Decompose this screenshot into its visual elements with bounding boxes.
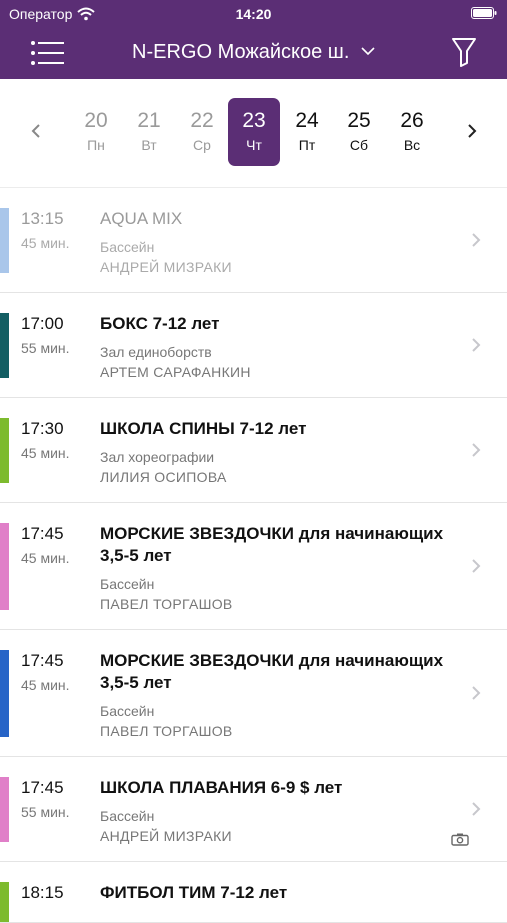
class-room: Зал единоборств — [100, 344, 212, 360]
day-number: 22 — [190, 109, 214, 132]
prev-week-icon[interactable] — [27, 119, 47, 143]
class-duration: 45 мин. — [21, 235, 70, 251]
class-time: 17:00 — [21, 314, 64, 333]
day-weekday: Пн — [87, 137, 105, 153]
class-duration: 45 мин. — [21, 677, 70, 693]
class-color-bar — [0, 208, 9, 273]
day-number: 24 — [295, 109, 319, 132]
class-time: 17:45 — [21, 524, 64, 543]
class-time: 17:45 — [21, 651, 64, 670]
class-time: 17:30 — [21, 419, 64, 438]
day-number: 23 — [242, 109, 266, 132]
class-row[interactable]: 17:00 55 мин. БОКС 7-12 лет Зал единоборств… — [0, 293, 507, 398]
day-number: 26 — [400, 109, 424, 132]
nav-bar: N-ERGO Можайское ш. — [0, 28, 507, 79]
day-weekday: Пт — [298, 137, 316, 153]
day-number: 20 — [84, 109, 108, 132]
day-weekday: Сб — [349, 137, 369, 153]
class-name: МОРСКИЕ ЗВЕЗДОЧКИ для начинающих 3,5-5 л… — [100, 651, 444, 692]
class-time: 17:45 — [21, 778, 64, 797]
class-room: Бассейн — [100, 239, 155, 255]
day-weekday: Вт — [141, 137, 157, 153]
day-weekday: Ср — [193, 137, 211, 153]
day-24[interactable]: 24 Пт — [281, 98, 333, 166]
class-duration: 55 мин. — [21, 340, 70, 356]
class-color-bar — [0, 418, 9, 483]
class-color-bar — [0, 313, 9, 378]
club-selector[interactable]: N-ERGO Можайское ш. — [0, 41, 507, 64]
class-color-bar — [0, 523, 9, 610]
class-row[interactable]: 17:45 45 мин. МОРСКИЕ ЗВЕЗДОЧКИ для начина… — [0, 630, 507, 757]
club-title: N-ERGO Можайское ш. — [132, 41, 350, 63]
class-color-bar — [0, 650, 9, 737]
class-row[interactable]: 17:30 45 мин. ШКОЛА СПИНЫ 7-12 лет Зал хоре… — [0, 398, 507, 503]
class-row[interactable]: 13:15 45 мин. AQUA MIX Бассейн АНДРЕЙ МИЗРАК… — [0, 188, 507, 293]
next-week-icon[interactable] — [463, 119, 483, 143]
day-weekday: Чт — [246, 137, 262, 153]
chevron-right-icon — [472, 443, 481, 457]
class-row[interactable]: 17:45 55 мин. ШКОЛА ПЛАВАНИЯ 6-9 $ лет Басс… — [0, 757, 507, 862]
class-coach: АНДРЕЙ МИЗРАКИ — [100, 828, 232, 844]
class-duration: 45 мин. — [21, 445, 70, 461]
class-coach: АРТЕМ САРАФАНКИН — [100, 364, 251, 380]
class-duration: 45 мин. — [21, 550, 70, 566]
day-25[interactable]: 25 Сб — [333, 98, 385, 166]
class-room: Бассейн — [100, 703, 155, 719]
chevron-right-icon — [472, 802, 481, 816]
class-name: МОРСКИЕ ЗВЕЗДОЧКИ для начинающих 3,5-5 л… — [100, 524, 444, 565]
chevron-down-icon — [361, 47, 375, 56]
day-weekday: Вс — [403, 137, 421, 153]
day-23[interactable]: 23 Чт — [228, 98, 280, 166]
class-time: 18:15 — [21, 883, 64, 902]
class-name: ШКОЛА ПЛАВАНИЯ 6-9 $ лет — [100, 778, 343, 797]
day-21[interactable]: 21 Вт — [123, 98, 175, 166]
status-time: 14:20 — [235, 6, 272, 22]
class-coach: ПАВЕЛ ТОРГАШОВ — [100, 596, 233, 612]
day-26[interactable]: 26 Вс — [386, 98, 438, 166]
class-time: 13:15 — [21, 209, 64, 228]
class-name: AQUA MIX — [100, 209, 183, 228]
chevron-right-icon — [472, 338, 481, 352]
class-coach: ПАВЕЛ ТОРГАШОВ — [100, 723, 233, 739]
status-bar: Оператор 14:20 — [0, 0, 507, 28]
battery-icon — [471, 7, 497, 19]
class-coach: ЛИЛИЯ ОСИПОВА — [100, 469, 227, 485]
day-22[interactable]: 22 Ср — [176, 98, 228, 166]
chevron-right-icon — [472, 559, 481, 573]
class-name: ФИТБОЛ ТИМ 7-12 лет — [100, 883, 288, 902]
day-picker: 20 Пн 21 Вт 22 Ср 23 Чт 24 Пт 25 Сб 26 Вс — [0, 79, 507, 188]
class-duration: 55 мин. — [21, 804, 70, 820]
class-row[interactable]: 17:45 45 мин. МОРСКИЕ ЗВЕЗДОЧКИ для начина… — [0, 503, 507, 630]
chevron-right-icon — [472, 233, 481, 247]
filter-icon[interactable] — [451, 36, 477, 68]
class-row[interactable]: 18:15 ФИТБОЛ ТИМ 7-12 лет — [0, 862, 507, 923]
class-name: БОКС 7-12 лет — [100, 314, 220, 333]
class-coach: АНДРЕЙ МИЗРАКИ — [100, 259, 232, 275]
class-room: Бассейн — [100, 808, 155, 824]
day-number: 25 — [347, 109, 371, 132]
class-room: Бассейн — [100, 576, 155, 592]
day-20[interactable]: 20 Пн — [70, 98, 122, 166]
class-list: 13:15 45 мин. AQUA MIX Бассейн АНДРЕЙ МИЗРАК… — [0, 188, 507, 923]
class-name: ШКОЛА СПИНЫ 7-12 лет — [100, 419, 307, 438]
class-room: Зал хореографии — [100, 449, 215, 465]
day-number: 21 — [137, 109, 161, 132]
camera-icon — [451, 833, 469, 846]
chevron-right-icon — [472, 686, 481, 700]
class-color-bar — [0, 882, 9, 922]
app-header: Оператор 14:20 N-ERGO Можайское ш. — [0, 0, 507, 79]
class-color-bar — [0, 777, 9, 842]
